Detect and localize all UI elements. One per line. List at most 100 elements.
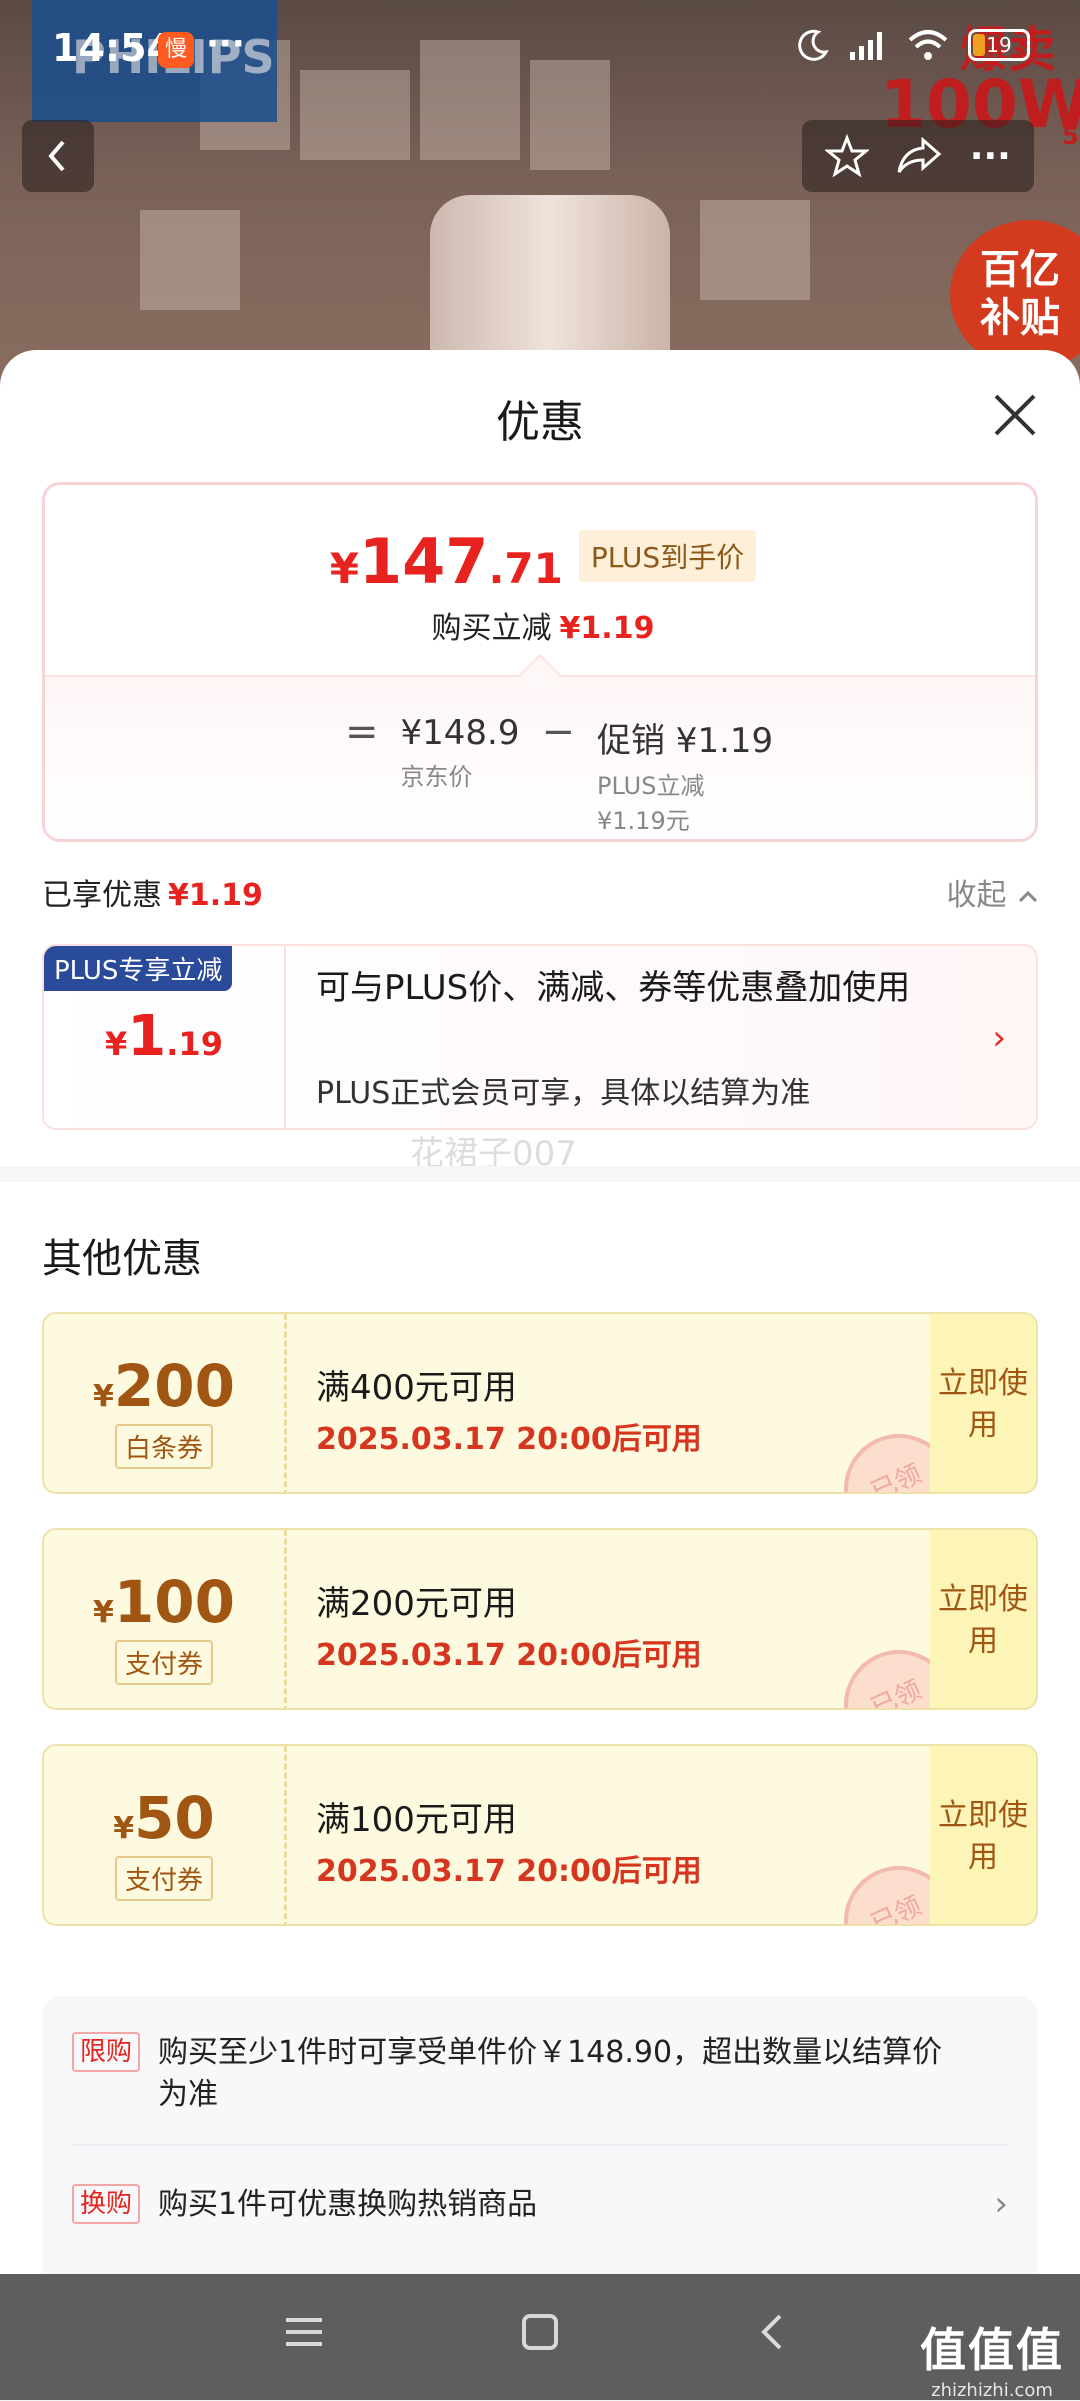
collapse-button[interactable]: 收起 <box>946 870 1040 914</box>
discount-sheet: 优惠 ¥ 147 .71 PLUS到手价 购买立减 ¥1.19 = ¥148.9 … <box>0 350 1080 2274</box>
card-divider <box>284 946 286 1128</box>
minus-sign: − <box>541 709 575 755</box>
coupon-value-area: ¥50 支付券 <box>44 1746 284 1924</box>
coupon-amount: 50 <box>134 1784 215 1852</box>
plus-discount-card[interactable]: PLUS专享立减 ¥1.19 可与PLUS价、满减、券等优惠叠加使用 PLUS正… <box>42 944 1038 1130</box>
coupon-type-badge: 白条券 <box>114 1424 213 1469</box>
sheet-title: 优惠 <box>496 397 584 448</box>
decor-note <box>700 200 810 300</box>
status-icons: 19 <box>796 28 1030 62</box>
trade-in-rule-row[interactable]: 换购 购买1件可优惠换购热销商品 › <box>72 2184 1008 2226</box>
final-price: ¥ 147 .71 PLUS到手价 <box>45 525 1035 598</box>
promo-badge: 5+ <box>1062 122 1080 150</box>
promo-sub-value: ¥1.19元 <box>597 807 690 835</box>
coupon-condition: 满400元可用 <box>316 1368 517 1408</box>
coupon-card: ¥100 支付券 满200元可用 2025.03.17 20:00后可用 已领 … <box>42 1528 1038 1710</box>
final-price-integer: 147 <box>359 525 489 598</box>
subsidy-badge: 百亿补贴 <box>950 220 1080 370</box>
jd-price-value: ¥148.9 <box>400 713 520 753</box>
final-price-currency: ¥ <box>329 544 360 593</box>
plus-offer-description: 可与PLUS价、满减、券等优惠叠加使用 <box>316 968 911 1008</box>
plus-price-tag: PLUS到手价 <box>578 529 757 582</box>
chevron-right-icon: › <box>994 2184 1008 2224</box>
rule-divider <box>72 2144 1008 2146</box>
chevron-left-icon <box>48 140 65 172</box>
battery-icon: 19 <box>968 29 1030 61</box>
more-notifications-icon: ··· <box>206 24 245 64</box>
section-divider <box>0 1166 1080 1182</box>
status-time: 14:54 <box>52 26 173 70</box>
equals-sign: = <box>345 709 379 755</box>
system-nav-bar <box>0 2274 1080 2400</box>
use-coupon-button[interactable]: 立即使用 <box>930 1530 1036 1708</box>
star-icon[interactable] <box>825 134 870 178</box>
subsidy-text: 百亿补贴 <box>980 247 1060 341</box>
site-logo-url: zhizhizhi.com <box>931 2380 1053 2401</box>
coupon-separator <box>284 1530 287 1708</box>
jd-price-column: ¥148.9 京东价 <box>401 713 520 836</box>
instant-discount-label: 购买立减 <box>431 611 552 646</box>
use-coupon-button[interactable]: 立即使用 <box>930 1746 1036 1924</box>
instant-discount-value: ¥1.19 <box>559 611 655 646</box>
share-icon[interactable] <box>895 134 943 178</box>
price-formula: = ¥148.9 京东价 − 促销 ¥1.19 PLUS立减 ¥1.19元 <box>345 709 774 836</box>
coupon-valid-time: 2025.03.17 20:00后可用 <box>316 1422 702 1457</box>
plus-amount-currency: ¥ <box>105 1025 128 1063</box>
final-price-decimal: .71 <box>488 544 563 593</box>
enjoyed-label: 已享优惠 <box>42 878 162 913</box>
coupon-condition: 满100元可用 <box>316 1800 517 1840</box>
app-notification-icon: 慢 <box>158 32 194 68</box>
coupon-amount: 200 <box>113 1352 235 1420</box>
coupon-value: ¥200 <box>44 1352 284 1420</box>
back-button[interactable] <box>22 120 94 192</box>
coupon-value: ¥100 <box>44 1568 284 1636</box>
purchase-rules: 限购 购买至少1件时可享受单件价￥148.90，超出数量以结算价为准 换购 购买… <box>42 1996 1038 2274</box>
back-nav-icon[interactable] <box>752 2310 796 2354</box>
signal-icon <box>850 32 882 60</box>
coupon-separator <box>284 1746 287 1924</box>
moon-icon <box>798 29 829 61</box>
promo-sub-label: PLUS立减 <box>597 772 705 800</box>
price-summary-card: ¥ 147 .71 PLUS到手价 购买立减 ¥1.19 = ¥148.9 京东价… <box>42 482 1038 842</box>
enjoyed-value: ¥1.19 <box>168 878 263 913</box>
site-watermark-logo: 值值值 zhizhizhi.com <box>920 2314 1064 2401</box>
promo-value: 促销 ¥1.19 <box>597 721 774 761</box>
coupon-currency: ¥ <box>93 1379 114 1414</box>
coupon-value-area: ¥100 支付券 <box>44 1530 284 1708</box>
coupon-amount: 100 <box>113 1568 235 1636</box>
coupon-condition: 满200元可用 <box>316 1584 517 1624</box>
coupon-card: ¥50 支付券 满100元可用 2025.03.17 20:00后可用 已领 立… <box>42 1744 1038 1926</box>
coupon-currency: ¥ <box>93 1595 114 1630</box>
coupon-value: ¥50 <box>44 1784 284 1852</box>
coupon-currency: ¥ <box>113 1811 135 1846</box>
decor-note <box>140 210 240 310</box>
plus-amount-decimal: .19 <box>166 1025 223 1063</box>
limit-tag: 限购 <box>72 2032 141 2072</box>
wifi-icon <box>908 30 948 60</box>
coupon-type-badge: 支付券 <box>114 1856 213 1901</box>
other-offers-title: 其他优惠 <box>42 1236 202 1282</box>
coupon-type-badge: 支付券 <box>114 1640 213 1685</box>
plus-offer-note: PLUS正式会员可享，具体以结算为准 <box>316 1076 811 1111</box>
coupon-valid-time: 2025.03.17 20:00后可用 <box>316 1638 702 1673</box>
coupon-separator <box>284 1314 287 1492</box>
jd-price-label: 京东价 <box>400 763 473 791</box>
chevron-up-icon <box>1018 890 1038 903</box>
close-icon[interactable] <box>990 390 1040 440</box>
status-bar: 14:54 慢 ··· 19 <box>0 0 1080 100</box>
plus-discount-amount: ¥1.19 <box>44 1004 284 1069</box>
trade-in-text: 购买1件可优惠换购热销商品 <box>158 2187 538 2222</box>
menu-icon[interactable] <box>282 2310 326 2354</box>
chevron-right-icon: › <box>992 1018 1006 1058</box>
collapse-label: 收起 <box>946 878 1007 913</box>
instant-discount: 购买立减 ¥1.19 <box>45 603 1035 647</box>
limit-rule-row: 限购 购买至少1件时可享受单件价￥148.90，超出数量以结算价为准 <box>72 2032 1008 2116</box>
plus-amount-integer: 1 <box>127 1004 167 1069</box>
more-icon[interactable]: ··· <box>970 136 1011 177</box>
use-coupon-button[interactable]: 立即使用 <box>930 1314 1036 1492</box>
limit-text: 购买至少1件时可享受单件价￥148.90，超出数量以结算价为准 <box>158 2035 943 2112</box>
home-icon[interactable] <box>518 2310 562 2354</box>
enjoyed-discount: 已享优惠 ¥1.19 <box>42 870 263 914</box>
coupon-card: ¥200 白条券 满400元可用 2025.03.17 20:00后可用 已领 … <box>42 1312 1038 1494</box>
plus-exclusive-tag: PLUS专享立减 <box>44 946 233 991</box>
